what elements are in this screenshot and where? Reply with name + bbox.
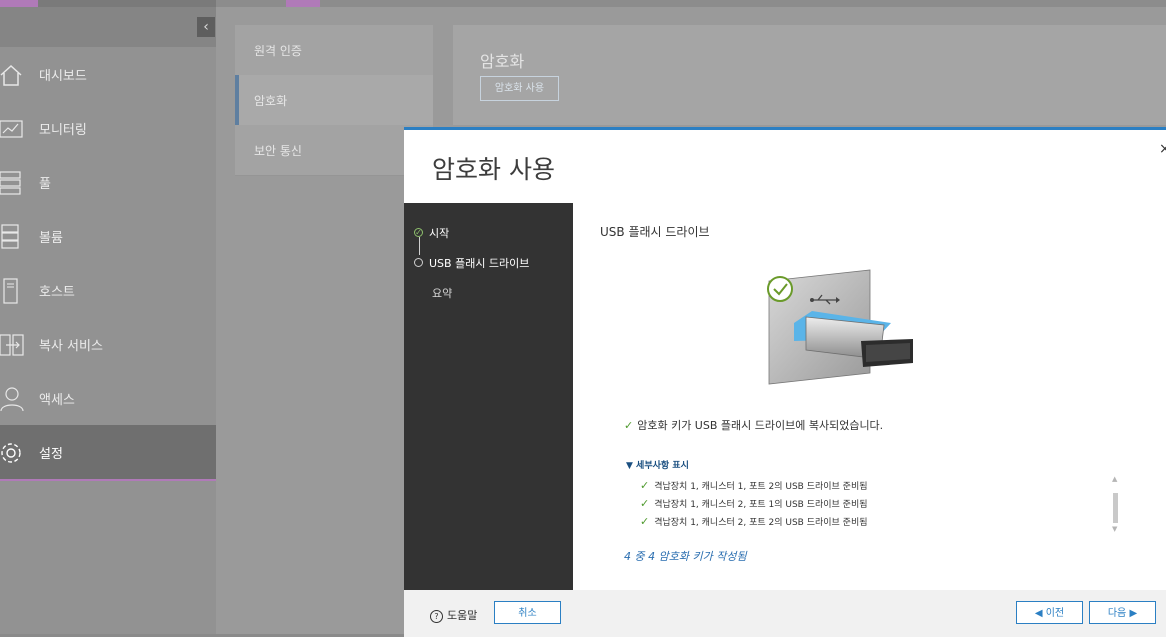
sidebar-item-volumes[interactable]: 볼륨 xyxy=(0,209,216,263)
step-label: USB 플래시 드라이브 xyxy=(429,257,530,270)
previous-button[interactable]: ◀ 이전 xyxy=(1016,601,1083,624)
step-label: 요약 xyxy=(432,287,453,300)
sidebar-item-label: 설정 xyxy=(39,447,63,462)
sidebar-item-label: 복사 서비스 xyxy=(39,339,103,354)
chevron-left-icon: ‹ xyxy=(203,19,209,35)
wizard-step-summary: 요약 xyxy=(404,285,573,305)
step-heading: USB 플래시 드라이브 xyxy=(600,225,710,239)
help-label: 도움말 xyxy=(447,609,478,622)
sidebar-item-label: 풀 xyxy=(39,177,51,192)
enable-encryption-button[interactable]: 암호화 사용 xyxy=(480,76,559,101)
success-message-text: 암호화 키가 USB 플래시 드라이브에 복사되었습니다. xyxy=(637,419,884,432)
details-scrollbar[interactable]: ▲ ▼ xyxy=(1112,475,1120,533)
sidebar-item-pools[interactable]: 풀 xyxy=(0,155,216,209)
home-icon xyxy=(0,64,22,86)
check-circle-icon: ✓ xyxy=(414,228,423,237)
sidebar-item-label: 모니터링 xyxy=(39,123,87,138)
subnav-item-label: 보안 통신 xyxy=(254,144,302,158)
cancel-button[interactable]: 취소 xyxy=(494,601,561,624)
main-accent xyxy=(286,0,320,7)
sidebar-header xyxy=(0,7,216,47)
detail-item: ✓ 격납장치 1, 캐니스터 2, 포트 1의 USB 드라이브 준비됨 xyxy=(640,497,868,510)
sidebar: ‹ 대시보드 모니터링 풀 볼륨 호스트 복사 서비스 액세스 설정 xyxy=(0,0,216,634)
usb-drive-illustration xyxy=(767,269,913,385)
sidebar-top-strip xyxy=(0,0,216,7)
sidebar-accent xyxy=(0,0,38,7)
subnav-item-label: 원격 인증 xyxy=(254,44,302,58)
scroll-thumb[interactable] xyxy=(1113,493,1118,523)
sidebar-item-label: 볼륨 xyxy=(39,231,63,246)
subnav-item-encryption[interactable]: 암호화 xyxy=(235,75,433,126)
sidebar-item-settings[interactable]: 설정 xyxy=(0,425,216,481)
sidebar-item-dashboard[interactable]: 대시보드 xyxy=(0,47,216,101)
pool-icon xyxy=(0,171,21,195)
sidebar-item-label: 액세스 xyxy=(39,393,75,408)
check-icon: ✓ xyxy=(640,497,650,510)
wizard-step-start: ✓ 시작 xyxy=(404,225,573,245)
user-icon xyxy=(0,387,24,412)
check-icon: ✓ xyxy=(624,419,634,432)
dialog-footer: ? 도움말 취소 ◀ 이전 다음 ▶ xyxy=(404,590,1166,637)
subnav-item-remote-auth[interactable]: 원격 인증 xyxy=(235,25,433,76)
main-top-strip xyxy=(216,0,1166,7)
circle-icon xyxy=(414,258,423,267)
sidebar-item-hosts[interactable]: 호스트 xyxy=(0,263,216,317)
encryption-panel: 암호화 암호화 사용 xyxy=(453,25,1166,125)
enable-encryption-dialog: × 암호화 사용 ✓ 시작 USB 플래시 드라이브 요약 USB 플래시 드라… xyxy=(404,127,1166,637)
sidebar-item-monitoring[interactable]: 모니터링 xyxy=(0,101,216,155)
check-icon: ✓ xyxy=(640,479,650,492)
sidebar-item-copy-services[interactable]: 복사 서비스 xyxy=(0,317,216,371)
wizard-step-usb: USB 플래시 드라이브 xyxy=(404,255,573,275)
monitor-chart-icon xyxy=(0,120,23,138)
progress-text: 4 중 4 암호화 키가 작성됨 xyxy=(624,550,747,563)
step-label: 시작 xyxy=(429,227,450,240)
dialog-title: 암호화 사용 xyxy=(432,155,555,184)
close-icon[interactable]: × xyxy=(1159,141,1166,157)
detail-item: ✓ 격납장치 1, 캐니스터 2, 포트 2의 USB 드라이브 준비됨 xyxy=(640,515,868,528)
show-details-toggle[interactable]: ▼ 세부사항 표시 xyxy=(626,458,689,471)
help-link[interactable]: ? 도움말 xyxy=(430,607,477,623)
volume-icon xyxy=(1,224,19,249)
help-icon: ? xyxy=(430,610,443,623)
scroll-down-icon[interactable]: ▼ xyxy=(1112,525,1117,533)
sidebar-item-label: 대시보드 xyxy=(39,69,87,84)
copy-service-icon xyxy=(0,334,24,356)
detail-item: ✓ 격납장치 1, 캐니스터 1, 포트 2의 USB 드라이브 준비됨 xyxy=(640,479,868,492)
wizard-step-content: USB 플래시 드라이브 ✓ 암호화 키가 USB 플래시 드라이브에 복사되었… xyxy=(573,203,1166,590)
wizard-steps: ✓ 시작 USB 플래시 드라이브 요약 xyxy=(404,203,573,590)
scroll-up-icon[interactable]: ▲ xyxy=(1112,475,1117,483)
sidebar-item-access[interactable]: 액세스 xyxy=(0,371,216,425)
collapse-sidebar-button[interactable]: ‹ xyxy=(197,17,215,37)
panel-title: 암호화 xyxy=(480,52,525,71)
next-button[interactable]: 다음 ▶ xyxy=(1089,601,1156,624)
check-icon: ✓ xyxy=(640,515,650,528)
sidebar-item-label: 호스트 xyxy=(39,285,75,300)
success-message: ✓ 암호화 키가 USB 플래시 드라이브에 복사되었습니다. xyxy=(624,417,883,433)
host-icon xyxy=(3,278,18,304)
detail-text: 격납장치 1, 캐니스터 2, 포트 1의 USB 드라이브 준비됨 xyxy=(654,500,868,510)
detail-text: 격납장치 1, 캐니스터 2, 포트 2의 USB 드라이브 준비됨 xyxy=(654,518,868,528)
gear-icon xyxy=(1,443,21,463)
subnav-item-label: 암호화 xyxy=(254,94,288,108)
detail-text: 격납장치 1, 캐니스터 1, 포트 2의 USB 드라이브 준비됨 xyxy=(654,482,868,492)
